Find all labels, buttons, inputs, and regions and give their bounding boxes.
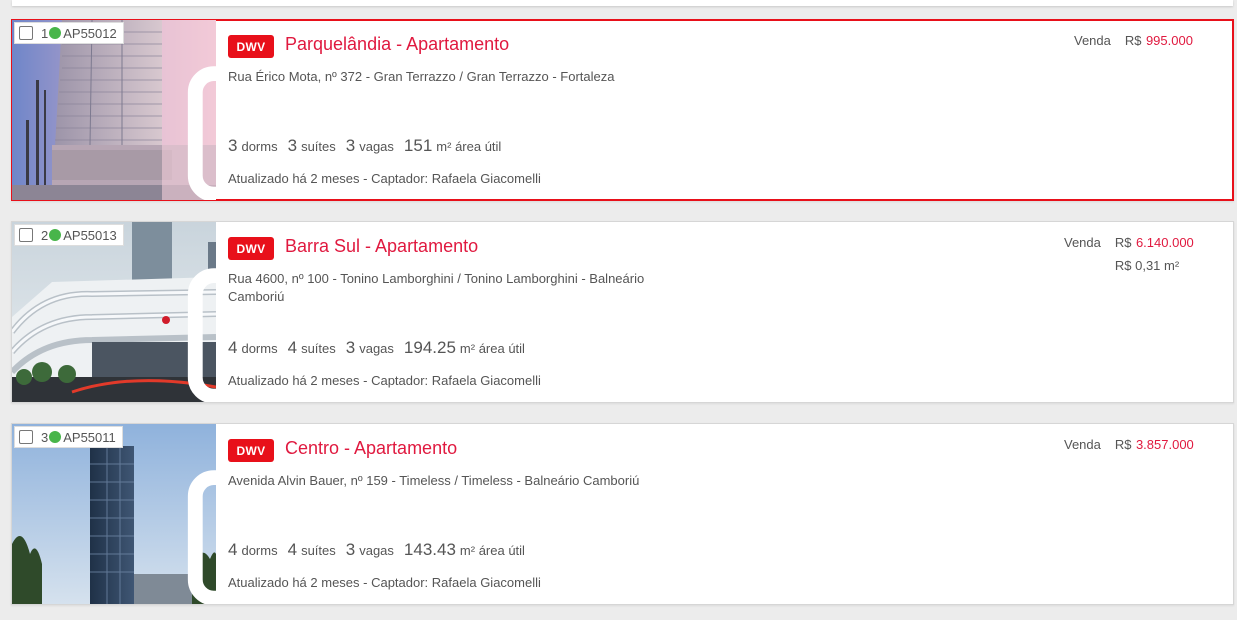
listing-index: 3 — [41, 429, 49, 445]
listing-updated: Atualizado há 2 meses - Captador: Rafael… — [228, 373, 541, 388]
listing-title[interactable]: Parquelândia - Apartamento — [285, 34, 509, 55]
feature-suites: 4 suítes — [287, 338, 336, 357]
camera-icon[interactable] — [186, 231, 216, 402]
listing-body: DWV Parquelândia - Apartamento Rua Érico… — [228, 20, 1233, 200]
listing-features: 4 dorms 4 suítes 3 vagas 143.43 m² área útil — [228, 540, 535, 560]
price-block: Venda R$ 995.000 — [1074, 32, 1193, 50]
listing-address: Rua 4600, nº 100 - Tonino Lamborghini / … — [228, 271, 645, 304]
status-dot-icon — [49, 229, 62, 241]
listing-code-tag: 2 AP55013 — [14, 224, 124, 246]
listing-index: 2 — [41, 227, 49, 243]
listing-card[interactable]: 2 AP55013 DWV Barra Sul - Apartamento Ru… — [11, 221, 1234, 403]
feature-area: 194.25 m² área útil — [403, 338, 525, 357]
dwv-badge: DWV — [228, 237, 274, 260]
price-value: 3.857.000 — [1135, 437, 1194, 452]
price-value: 6.140.000 — [1135, 235, 1194, 250]
listing-code-tag: 3 AP55011 — [14, 426, 123, 448]
dwv-badge: DWV — [228, 35, 274, 58]
listing-photo[interactable]: 2 AP55013 — [12, 222, 216, 402]
price-per-m2: R$ 0,31 m² — [1114, 258, 1180, 273]
price-value: 995.000 — [1145, 33, 1193, 48]
listing-code-tag: 1 AP55012 — [14, 22, 124, 44]
listing-card[interactable]: 1 AP55012 DWV Parquelândia - Apartamento… — [11, 19, 1234, 201]
listing-code: AP55013 — [63, 227, 117, 243]
status-dot-icon — [49, 27, 62, 39]
checkbox-icon[interactable] — [19, 26, 33, 40]
feature-suites: 4 suítes — [287, 540, 336, 559]
feature-dorms: 4 dorms — [228, 540, 278, 559]
feature-suites: 3 suítes — [287, 136, 336, 155]
currency: R$ — [1114, 437, 1132, 452]
operation-label: Venda — [1064, 235, 1101, 250]
feature-vagas: 3 vagas — [345, 136, 394, 155]
listing-title[interactable]: Centro - Apartamento — [285, 438, 457, 459]
listing-photo[interactable]: 1 AP55012 — [12, 20, 216, 200]
dwv-badge: DWV — [228, 439, 274, 462]
price-block: Venda R$ 6.140.000 R$ 0,31 m² — [1064, 234, 1194, 273]
feature-vagas: 3 vagas — [345, 540, 394, 559]
listing-updated: Atualizado há 2 meses - Captador: Rafael… — [228, 171, 541, 186]
listing-address: Avenida Alvin Bauer, nº 159 - Timeless /… — [228, 473, 640, 488]
currency: R$ — [1124, 33, 1142, 48]
price-block: Venda R$ 3.857.000 — [1064, 436, 1194, 454]
checkbox-icon[interactable] — [19, 228, 33, 242]
listing-photo[interactable]: 3 AP55011 — [12, 424, 216, 604]
listing-index: 1 — [41, 25, 49, 41]
checkbox-icon[interactable] — [19, 430, 33, 444]
previous-card-edge — [12, 0, 1233, 6]
operation-label: Venda — [1064, 437, 1101, 452]
listing-updated: Atualizado há 2 meses - Captador: Rafael… — [228, 575, 541, 590]
listing-body: DWV Centro - Apartamento Avenida Alvin B… — [228, 424, 1233, 604]
listing-features: 4 dorms 4 suítes 3 vagas 194.25 m² área útil — [228, 338, 535, 358]
listing-title[interactable]: Barra Sul - Apartamento — [285, 236, 478, 257]
listing-address: Rua Érico Mota, nº 372 - Gran Terrazzo /… — [228, 69, 615, 84]
listing-code: AP55012 — [63, 25, 117, 41]
operation-label: Venda — [1074, 33, 1111, 48]
listing-body: DWV Barra Sul - Apartamento Rua 4600, nº… — [228, 222, 1233, 402]
currency: R$ — [1114, 235, 1132, 250]
listing-code: AP55011 — [63, 429, 116, 445]
camera-icon[interactable] — [186, 29, 216, 200]
feature-dorms: 3 dorms — [228, 136, 278, 155]
listing-features: 3 dorms 3 suítes 3 vagas 151 m² área útil — [228, 136, 511, 156]
status-dot-icon — [49, 431, 62, 443]
feature-vagas: 3 vagas — [345, 338, 394, 357]
camera-icon[interactable] — [186, 433, 216, 604]
listing-card[interactable]: 3 AP55011 DWV Centro - Apartamento Aveni… — [11, 423, 1234, 605]
feature-dorms: 4 dorms — [228, 338, 278, 357]
feature-area: 143.43 m² área útil — [403, 540, 525, 559]
feature-area: 151 m² área útil — [403, 136, 502, 155]
